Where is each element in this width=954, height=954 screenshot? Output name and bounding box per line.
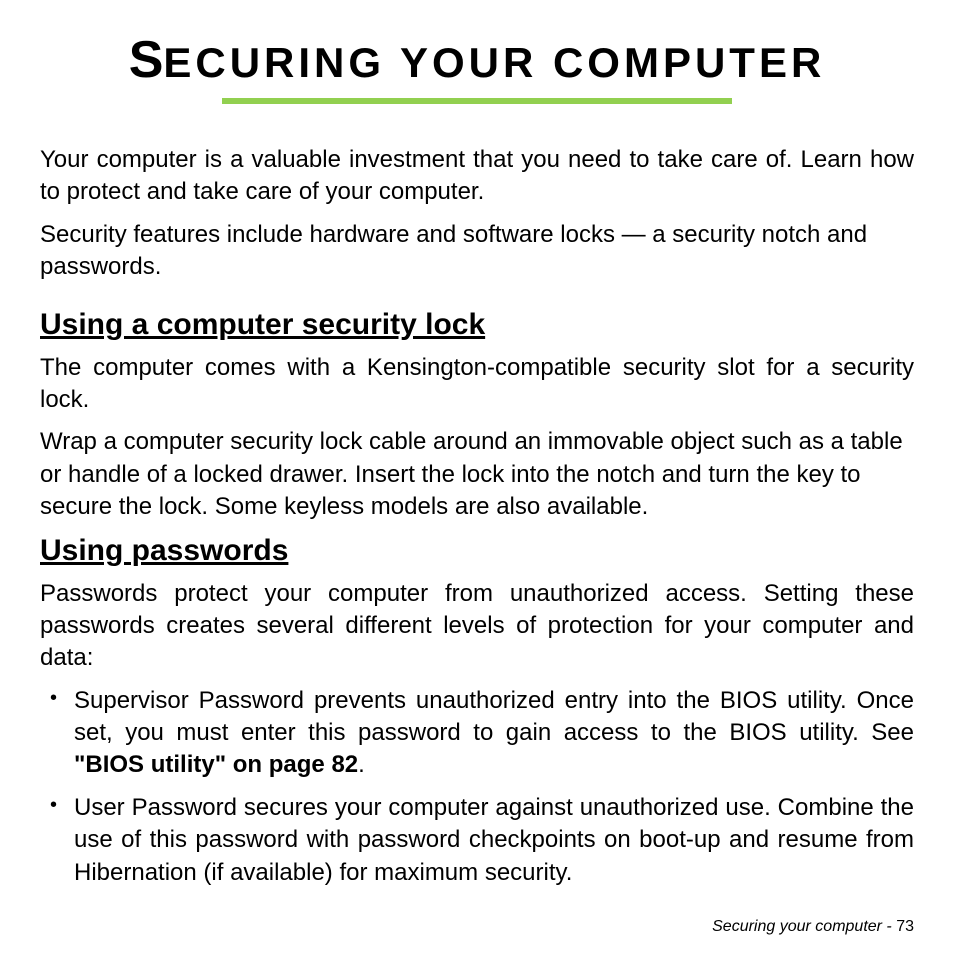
list-item: Supervisor Password prevents unauthorize… [40,685,914,782]
page-title-block: SECURING YOUR COMPUTER [40,30,914,104]
section-heading-security-lock: Using a computer security lock [40,308,914,342]
intro-paragraph-1: Your computer is a valuable investment t… [40,144,914,209]
title-rest: ECURING YOUR COMPUTER [163,39,825,86]
bullet-text-pre: User Password secures your computer agai… [74,794,914,886]
title-underline [222,98,732,104]
footer-page-number: 73 [896,918,914,935]
password-bullet-list: Supervisor Password prevents unauthorize… [40,685,914,889]
page-title: SECURING YOUR COMPUTER [129,30,826,90]
bullet-text-pre: Supervisor Password prevents unauthorize… [74,687,914,746]
section2-paragraph-1: Passwords protect your computer from una… [40,578,914,675]
list-item: User Password secures your computer agai… [40,792,914,889]
intro-paragraph-2: Security features include hardware and s… [40,219,914,284]
section1-paragraph-2: Wrap a computer security lock cable arou… [40,426,914,523]
footer-label: Securing your computer - [712,918,896,935]
bullet-text-post: . [358,751,365,778]
section-heading-passwords: Using passwords [40,534,914,568]
title-dropcap: S [129,31,164,89]
section1-paragraph-1: The computer comes with a Kensington-com… [40,352,914,417]
bullet-text-bold: "BIOS utility" on page 82 [74,751,358,778]
page-footer: Securing your computer - 73 [712,918,914,936]
